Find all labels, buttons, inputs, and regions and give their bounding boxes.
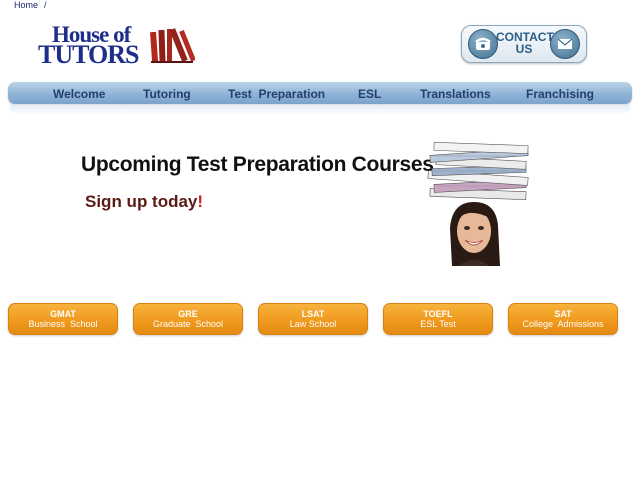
signup-text: Sign up today — [85, 192, 198, 211]
nav-test-preparation[interactable]: Test Preparation — [228, 87, 325, 101]
course-gre-button[interactable]: GRE Graduate School — [133, 303, 243, 335]
signup-exclamation: ! — [197, 192, 204, 211]
signup-tagline: Sign up today! — [85, 192, 203, 212]
course-description: College Admissions — [522, 319, 604, 329]
breadcrumb: Home / — [14, 0, 47, 10]
course-code: TOEFL — [423, 309, 453, 319]
course-sat-button[interactable]: SAT College Admissions — [508, 303, 618, 335]
course-description: ESL Test — [420, 319, 456, 329]
house-of-tutors-logo[interactable]: House of TUTORS — [38, 23, 198, 70]
nav-translations[interactable]: Translations — [420, 87, 491, 101]
contact-us-button[interactable]: CONTACT US — [461, 25, 587, 63]
phone-icon — [468, 29, 498, 59]
course-code: GMAT — [50, 309, 76, 319]
nav-esl[interactable]: ESL — [358, 87, 381, 101]
course-description: Business School — [28, 319, 98, 329]
main-navigation-bar: Welcome Tutoring Test Preparation ESL Tr… — [8, 82, 632, 104]
course-code: LSAT — [301, 309, 325, 319]
nav-tutoring[interactable]: Tutoring — [143, 87, 191, 101]
envelope-icon — [550, 29, 580, 59]
nav-welcome[interactable]: Welcome — [53, 87, 105, 101]
course-code: SAT — [554, 309, 572, 319]
course-description: Graduate School — [152, 319, 224, 329]
breadcrumb-home-link[interactable]: Home — [14, 0, 38, 10]
course-toefl-button[interactable]: TOEFL ESL Test — [383, 303, 493, 335]
paper-stack-image — [427, 142, 529, 200]
page-title: Upcoming Test Preparation Courses — [81, 153, 434, 176]
books-icon — [150, 28, 195, 64]
contact-us-label: CONTACT US — [496, 31, 554, 56]
course-lsat-button[interactable]: LSAT Law School — [258, 303, 368, 335]
course-gmat-button[interactable]: GMAT Business School — [8, 303, 118, 335]
nav-franchising[interactable]: Franchising — [526, 87, 594, 101]
logo-line-2: TUTORS — [38, 40, 139, 69]
course-code: GRE — [178, 309, 198, 319]
nav-reflection — [10, 105, 630, 115]
contact-line-2: US — [515, 42, 533, 56]
student-photo — [450, 202, 500, 266]
course-description: Law School — [289, 319, 337, 329]
breadcrumb-separator: / — [44, 0, 47, 10]
